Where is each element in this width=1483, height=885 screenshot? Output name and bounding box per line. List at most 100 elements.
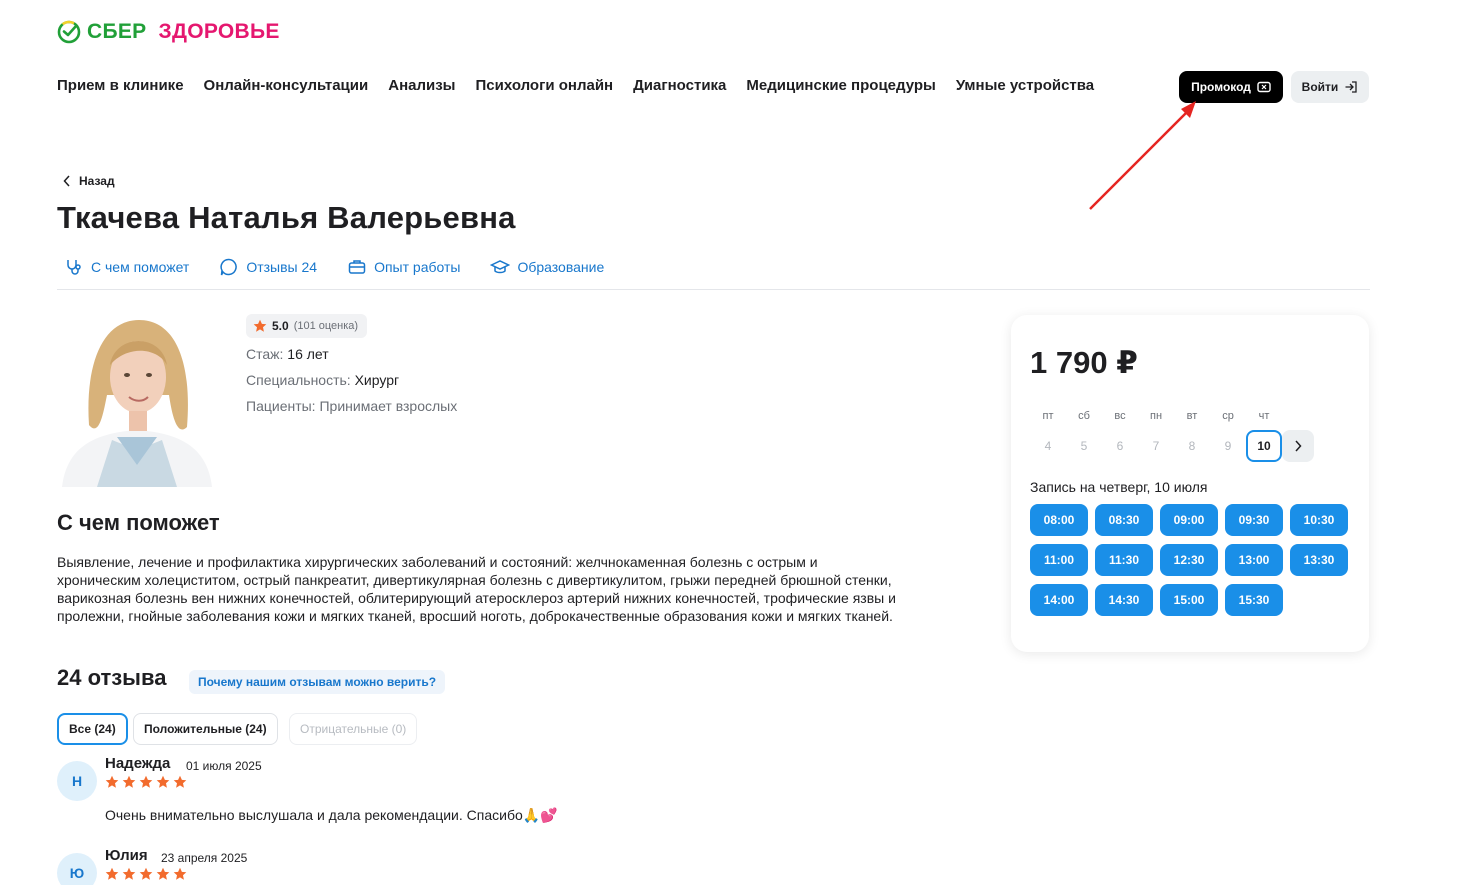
time-slot-button[interactable]: 08:00: [1030, 504, 1088, 536]
time-slot-button[interactable]: 09:00: [1160, 504, 1218, 536]
weekday-label: пт: [1042, 410, 1054, 422]
nav-item-online-consultations[interactable]: Онлайн-консультации: [204, 77, 369, 94]
booking-card: 1 790 ₽ пт сб вс пн вт ср чт 4 5 6 7 8 9…: [1011, 315, 1369, 652]
star-icon: [253, 319, 267, 332]
nav-item-diagnostics[interactable]: Диагностика: [633, 77, 726, 94]
review-text: Очень внимательно выслушала и дала реком…: [105, 807, 558, 823]
help-section-text: Выявление, лечение и профилактика хирург…: [57, 554, 896, 624]
review-date: 01 июля 2025: [186, 759, 262, 773]
reviews-trust-link[interactable]: Почему нашим отзывам можно верить?: [189, 670, 446, 694]
tab-experience[interactable]: Опыт работы: [347, 257, 460, 277]
back-link[interactable]: Назад: [63, 174, 115, 188]
logo-text-health: ЗДОРОВЬЕ: [158, 20, 280, 43]
avatar: Н: [57, 761, 97, 801]
review-stars: [105, 775, 187, 789]
chevron-right-icon: [1295, 440, 1302, 452]
doctor-photo: [57, 315, 217, 487]
logo-text-sber: СБЕР: [87, 20, 147, 43]
login-button[interactable]: Войти: [1291, 71, 1369, 103]
patients-label: Пациенты:: [246, 398, 316, 414]
filter-negative[interactable]: Отрицательные (0): [289, 713, 418, 745]
ticket-icon: [1257, 81, 1271, 93]
star-icon: [173, 867, 187, 880]
avatar: Ю: [57, 853, 97, 885]
doctor-tabs: С чем поможет Отзывы 24 Опыт работы Обра…: [64, 257, 604, 277]
tabs-divider: [57, 289, 1370, 290]
calendar-day-selected[interactable]: 10: [1246, 430, 1282, 462]
time-slot-button[interactable]: 13:00: [1225, 544, 1283, 576]
time-slot-button[interactable]: 14:30: [1095, 584, 1153, 616]
time-slot-button[interactable]: 14:00: [1030, 584, 1088, 616]
price: 1 790 ₽: [1030, 345, 1138, 380]
time-slot-button[interactable]: 13:30: [1290, 544, 1348, 576]
time-slot-button[interactable]: 09:30: [1225, 504, 1283, 536]
star-icon: [122, 867, 136, 880]
review-author: Надежда: [105, 755, 171, 772]
calendar-day: 9: [1224, 439, 1232, 453]
login-label: Войти: [1301, 80, 1339, 94]
tab-help[interactable]: С чем поможет: [64, 257, 189, 277]
main-nav: Прием в клинике Онлайн-консультации Анал…: [57, 77, 1094, 94]
reviews-title: 24 отзыва: [57, 665, 167, 690]
calendar-day: 7: [1152, 439, 1160, 453]
weekday-label: пн: [1149, 410, 1163, 422]
time-slot-button[interactable]: 11:00: [1030, 544, 1088, 576]
back-label: Назад: [79, 174, 115, 188]
stethoscope-icon: [67, 260, 81, 275]
weekday-label: вт: [1186, 410, 1198, 422]
rating-badge: 5.0 (101 оценка): [246, 314, 368, 338]
nav-item-psychologists[interactable]: Психологи онлайн: [476, 77, 614, 94]
promo-code-button[interactable]: Промокод: [1179, 71, 1283, 103]
patients-value: Принимает взрослых: [319, 398, 458, 414]
star-icon: [173, 775, 187, 788]
tab-help-label: С чем поможет: [91, 259, 190, 275]
chat-bubble-icon: [220, 258, 238, 276]
doctor-name: Ткачева Наталья Валерьевна: [57, 200, 516, 235]
calendar-day: 5: [1080, 439, 1088, 453]
filter-positive[interactable]: Положительные (24): [133, 713, 278, 745]
time-slot-button[interactable]: 15:00: [1160, 584, 1218, 616]
next-days-button[interactable]: [1282, 430, 1314, 462]
calendar-day: 4: [1044, 439, 1052, 453]
specialty-line: Специальность: Хирург: [246, 372, 399, 388]
star-icon: [139, 867, 153, 880]
tab-reviews-label: Отзывы 24: [246, 259, 318, 275]
brand-logo[interactable]: СБЕР ЗДОРОВЬЕ: [57, 20, 280, 44]
review-date: 23 апреля 2025: [161, 851, 248, 865]
experience-value: 16 лет: [287, 346, 329, 362]
weekday-label: чт: [1258, 410, 1270, 422]
graduation-cap-icon: [490, 260, 511, 274]
rating-value: 5.0: [272, 319, 289, 333]
star-icon: [139, 775, 153, 788]
time-slot-button[interactable]: 15:30: [1225, 584, 1283, 616]
filter-all[interactable]: Все (24): [57, 713, 128, 745]
chevron-left-icon: [63, 175, 70, 187]
tab-reviews[interactable]: Отзывы 24: [219, 257, 317, 277]
star-icon: [105, 867, 119, 880]
time-slot-button[interactable]: 11:30: [1095, 544, 1153, 576]
calendar-day: 8: [1188, 439, 1196, 453]
star-icon: [156, 867, 170, 880]
login-icon: [1345, 81, 1357, 93]
star-icon: [156, 775, 170, 788]
annotation-arrow-icon: [1089, 101, 1196, 210]
patients-line: Пациенты: Принимает взрослых: [246, 398, 457, 414]
help-section-title: С чем поможет: [57, 510, 220, 535]
nav-item-procedures[interactable]: Медицинские процедуры: [746, 77, 935, 94]
star-icon: [122, 775, 136, 788]
nav-item-clinic[interactable]: Прием в клинике: [57, 77, 184, 94]
time-slot-button[interactable]: 10:30: [1290, 504, 1348, 536]
tab-experience-label: Опыт работы: [374, 259, 461, 275]
review-stars: [105, 867, 187, 881]
specialty-label: Специальность:: [246, 372, 351, 388]
experience-line: Стаж: 16 лет: [246, 346, 329, 362]
tab-education[interactable]: Образование: [490, 257, 604, 277]
weekday-label: ср: [1222, 410, 1234, 422]
time-slot-button[interactable]: 12:30: [1160, 544, 1218, 576]
sber-logo-icon: [57, 20, 81, 44]
weekday-label: сб: [1078, 410, 1090, 422]
nav-item-smart-devices[interactable]: Умные устройства: [956, 77, 1094, 94]
time-slot-button[interactable]: 08:30: [1095, 504, 1153, 536]
calendar-day: 6: [1116, 439, 1124, 453]
nav-item-analyses[interactable]: Анализы: [388, 77, 455, 94]
